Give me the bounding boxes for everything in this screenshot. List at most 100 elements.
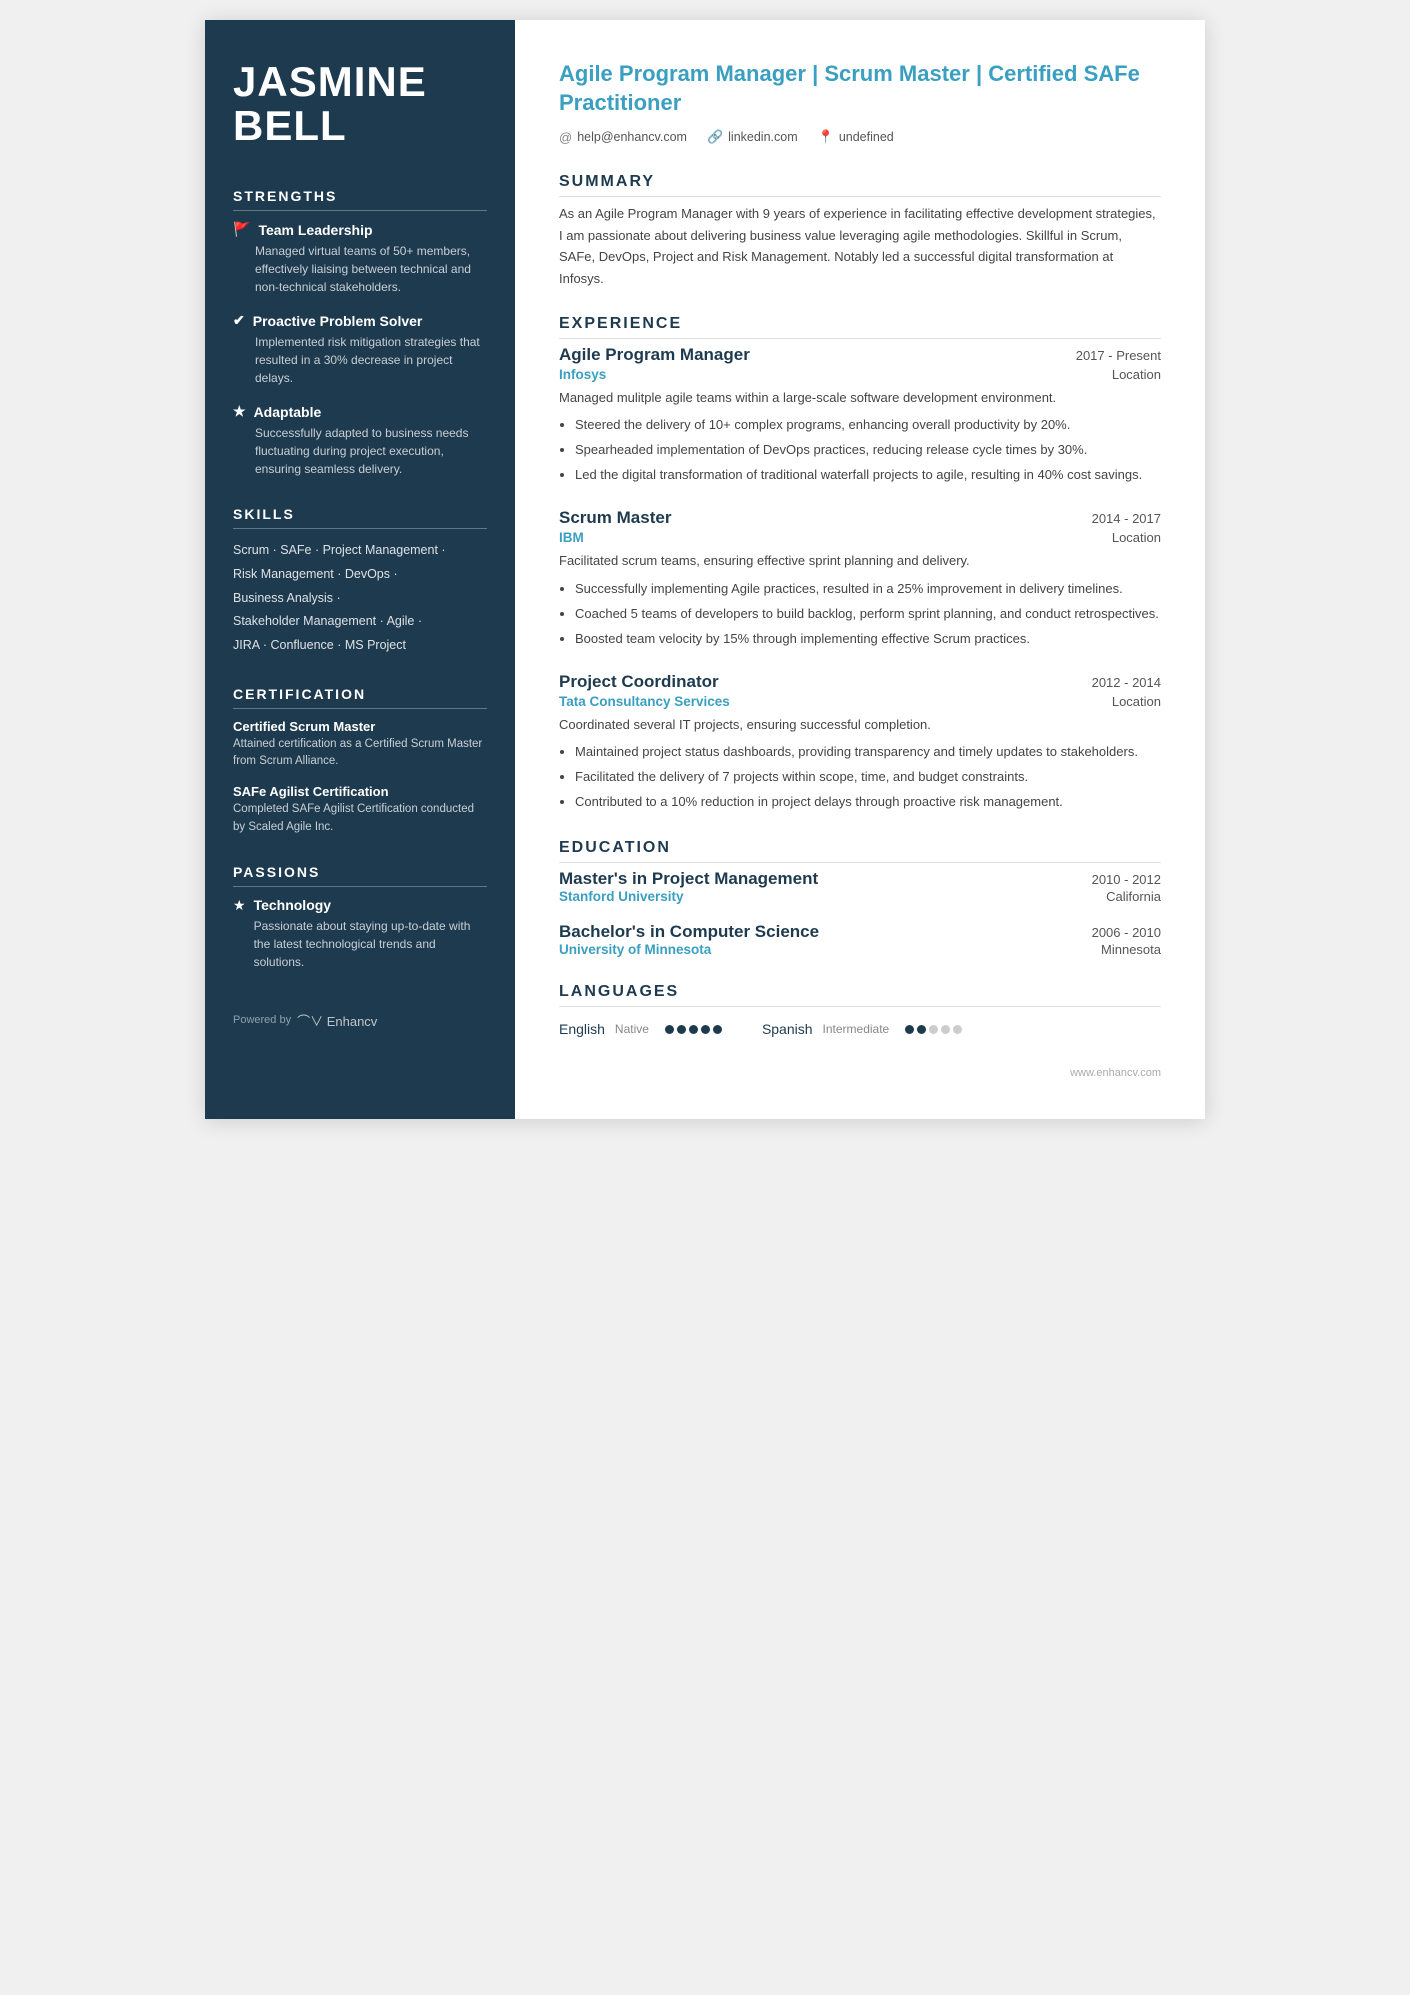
edu-degree-1: Master's in Project Management — [559, 869, 818, 889]
linkedin-icon: 🔗 — [707, 129, 723, 145]
exp-bullet-3-3: Contributed to a 10% reduction in projec… — [575, 791, 1161, 813]
exp-date-1: 2017 - Present — [1076, 348, 1161, 363]
exp-location-2: Location — [1112, 530, 1161, 545]
first-name: JASMINE — [233, 58, 427, 105]
contact-location: 📍 undefined — [818, 129, 894, 145]
education-title: EDUCATION — [559, 839, 1161, 863]
exp-title-2: Scrum Master — [559, 508, 671, 528]
contact-row: @ help@enhancv.com 🔗 linkedin.com 📍 unde… — [559, 129, 1161, 145]
resume-container: JASMINE BELL STRENGTHS 🚩 Team Leadership… — [205, 20, 1205, 1119]
strength-item-3: ★ Adaptable Successfully adapted to busi… — [233, 403, 487, 478]
dot — [689, 1025, 698, 1034]
passion-title-1: Technology — [254, 897, 487, 913]
strength-title-2: Proactive Problem Solver — [253, 313, 423, 329]
strength-title-3: Adaptable — [254, 404, 322, 420]
exp-sub-3: Tata Consultancy Services Location — [559, 694, 1161, 709]
exp-desc-1: Managed mulitple agile teams within a la… — [559, 388, 1161, 408]
skills-line-4: Stakeholder Management · Agile · — [233, 610, 487, 634]
main-content: Agile Program Manager | Scrum Master | C… — [515, 20, 1205, 1119]
edu-date-1: 2010 - 2012 — [1092, 872, 1161, 887]
powered-by-label: Powered by — [233, 1014, 291, 1026]
dot — [941, 1025, 950, 1034]
edu-sub-2: University of Minnesota Minnesota — [559, 942, 1161, 957]
dot — [929, 1025, 938, 1034]
lang-spanish-dots — [905, 1025, 962, 1034]
skills-line-1: Scrum · SAFe · Project Management · — [233, 539, 487, 563]
experience-title: EXPERIENCE — [559, 315, 1161, 339]
enhancv-logo: ⌒∨ Enhancv — [297, 1011, 377, 1030]
last-name: BELL — [233, 102, 347, 149]
exp-bullets-3: Maintained project status dashboards, pr… — [559, 741, 1161, 813]
languages-section: LANGUAGES English Native Spanis — [559, 983, 1161, 1037]
exp-date-3: 2012 - 2014 — [1092, 675, 1161, 690]
exp-bullets-2: Successfully implementing Agile practice… — [559, 578, 1161, 650]
lang-english-dots — [665, 1025, 722, 1034]
languages-row: English Native Spanish Intermediate — [559, 1013, 1161, 1037]
linkedin-value: linkedin.com — [728, 130, 797, 144]
strengths-title: STRENGTHS — [233, 188, 487, 211]
edu-header-2: Bachelor's in Computer Science 2006 - 20… — [559, 922, 1161, 942]
contact-linkedin: 🔗 linkedin.com — [707, 129, 798, 145]
edu-header-1: Master's in Project Management 2010 - 20… — [559, 869, 1161, 889]
exp-bullet-1-3: Led the digital transformation of tradit… — [575, 464, 1161, 486]
exp-block-3: Project Coordinator 2012 - 2014 Tata Con… — [559, 672, 1161, 813]
star-icon: ★ — [233, 403, 246, 420]
edu-school-1: Stanford University — [559, 889, 684, 904]
exp-bullet-2-1: Successfully implementing Agile practice… — [575, 578, 1161, 600]
exp-date-2: 2014 - 2017 — [1092, 511, 1161, 526]
location-icon: 📍 — [818, 129, 834, 145]
exp-title-1: Agile Program Manager — [559, 345, 750, 365]
skills-title: SKILLS — [233, 506, 487, 529]
exp-company-3: Tata Consultancy Services — [559, 694, 730, 709]
dot — [665, 1025, 674, 1034]
main-title: Agile Program Manager | Scrum Master | C… — [559, 60, 1161, 117]
edu-block-1: Master's in Project Management 2010 - 20… — [559, 869, 1161, 904]
passions-title: PASSIONS — [233, 864, 487, 887]
summary-section: SUMMARY As an Agile Program Manager with… — [559, 173, 1161, 289]
exp-bullet-3-2: Facilitated the delivery of 7 projects w… — [575, 766, 1161, 788]
edu-location-2: Minnesota — [1101, 942, 1161, 957]
cert-item-2: SAFe Agilist Certification Completed SAF… — [233, 784, 487, 836]
languages-title: LANGUAGES — [559, 983, 1161, 1007]
edu-location-1: California — [1106, 889, 1161, 904]
strength-desc-3: Successfully adapted to business needs f… — [233, 424, 487, 478]
passions-section: PASSIONS ★ Technology Passionate about s… — [233, 864, 487, 971]
edu-degree-2: Bachelor's in Computer Science — [559, 922, 819, 942]
sidebar: JASMINE BELL STRENGTHS 🚩 Team Leadership… — [205, 20, 515, 1119]
certification-section: CERTIFICATION Certified Scrum Master Att… — [233, 686, 487, 836]
exp-header-1: Agile Program Manager 2017 - Present — [559, 345, 1161, 365]
cert-desc-1: Attained certification as a Certified Sc… — [233, 736, 487, 771]
exp-sub-2: IBM Location — [559, 530, 1161, 545]
dot — [701, 1025, 710, 1034]
main-footer: www.enhancv.com — [559, 1067, 1161, 1079]
exp-location-1: Location — [1112, 367, 1161, 382]
strength-item-1: 🚩 Team Leadership Managed virtual teams … — [233, 221, 487, 296]
skills-list: Scrum · SAFe · Project Management · Risk… — [233, 539, 487, 658]
exp-bullet-1-2: Spearheaded implementation of DevOps pra… — [575, 439, 1161, 461]
exp-title-3: Project Coordinator — [559, 672, 719, 692]
education-section: EDUCATION Master's in Project Management… — [559, 839, 1161, 957]
exp-bullets-1: Steered the delivery of 10+ complex prog… — [559, 414, 1161, 486]
email-icon: @ — [559, 130, 572, 145]
exp-bullet-2-2: Coached 5 teams of developers to build b… — [575, 603, 1161, 625]
exp-block-1: Agile Program Manager 2017 - Present Inf… — [559, 345, 1161, 486]
exp-company-2: IBM — [559, 530, 584, 545]
passion-desc-1: Passionate about staying up-to-date with… — [254, 917, 487, 971]
strength-item-2: ✔ Proactive Problem Solver Implemented r… — [233, 312, 487, 387]
check-icon: ✔ — [233, 312, 245, 329]
sidebar-footer: Powered by ⌒∨ Enhancv — [233, 1011, 487, 1030]
lang-english-level: Native — [615, 1022, 649, 1036]
strength-desc-1: Managed virtual teams of 50+ members, ef… — [233, 242, 487, 296]
exp-block-2: Scrum Master 2014 - 2017 IBM Location Fa… — [559, 508, 1161, 649]
experience-section: EXPERIENCE Agile Program Manager 2017 - … — [559, 315, 1161, 813]
dot — [905, 1025, 914, 1034]
flag-icon: 🚩 — [233, 221, 250, 238]
dot — [917, 1025, 926, 1034]
skills-line-3: Business Analysis · — [233, 587, 487, 611]
summary-title: SUMMARY — [559, 173, 1161, 197]
lang-spanish-level: Intermediate — [823, 1022, 890, 1036]
edu-sub-1: Stanford University California — [559, 889, 1161, 904]
summary-text: As an Agile Program Manager with 9 years… — [559, 203, 1161, 289]
exp-bullet-3-1: Maintained project status dashboards, pr… — [575, 741, 1161, 763]
exp-desc-3: Coordinated several IT projects, ensurin… — [559, 715, 1161, 735]
